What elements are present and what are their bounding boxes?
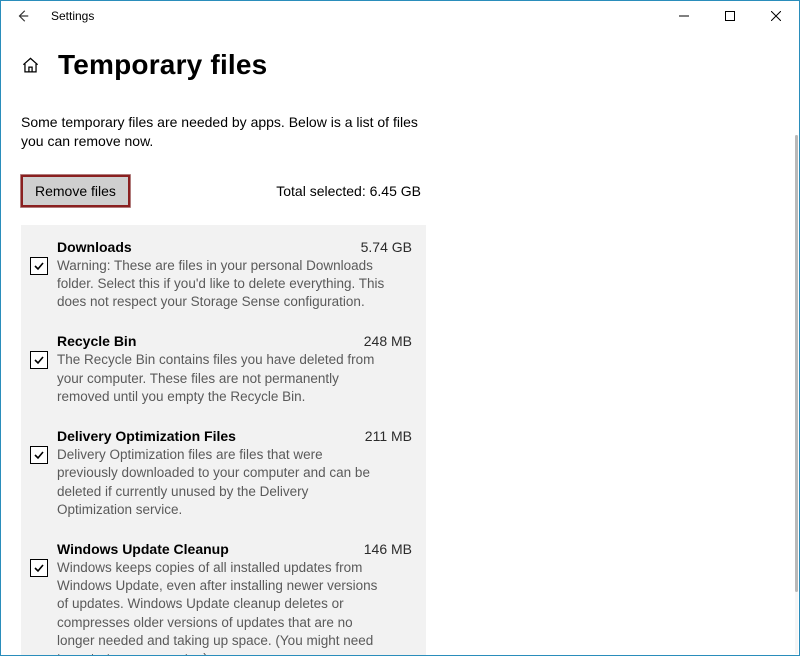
- total-selected-prefix: Total selected:: [276, 183, 369, 199]
- arrow-left-icon: [16, 9, 30, 23]
- item-body: Downloads 5.74 GB Warning: These are fil…: [49, 239, 414, 312]
- app-title: Settings: [51, 9, 94, 23]
- checkbox-wrap: [29, 428, 49, 464]
- item-title: Downloads: [57, 239, 132, 255]
- minimize-button[interactable]: [661, 1, 707, 31]
- page-header: Temporary files: [21, 49, 799, 81]
- page-title: Temporary files: [58, 49, 267, 81]
- window-controls: [661, 1, 799, 31]
- close-icon: [771, 11, 781, 21]
- checkmark-icon: [33, 449, 45, 461]
- back-button[interactable]: [9, 2, 37, 30]
- content-area: Temporary files Some temporary files are…: [1, 31, 799, 655]
- item-body: Windows Update Cleanup 146 MB Windows ke…: [49, 541, 414, 655]
- item-desc: The Recycle Bin contains files you have …: [57, 351, 387, 406]
- item-desc: Delivery Optimization files are files th…: [57, 446, 387, 519]
- item-title: Delivery Optimization Files: [57, 428, 236, 444]
- maximize-icon: [725, 11, 735, 21]
- item-body: Delivery Optimization Files 211 MB Deliv…: [49, 428, 414, 519]
- item-title: Windows Update Cleanup: [57, 541, 229, 557]
- item-body: Recycle Bin 248 MB The Recycle Bin conta…: [49, 333, 414, 406]
- close-button[interactable]: [753, 1, 799, 31]
- item-size: 146 MB: [364, 541, 414, 557]
- checkbox-wrap: [29, 239, 49, 275]
- item-size: 248 MB: [364, 333, 414, 349]
- intro-text: Some temporary files are needed by apps.…: [21, 113, 421, 151]
- checkbox-downloads[interactable]: [30, 257, 48, 275]
- item-head: Downloads 5.74 GB: [57, 239, 414, 255]
- checkbox-windows-update-cleanup[interactable]: [30, 559, 48, 577]
- item-head: Delivery Optimization Files 211 MB: [57, 428, 414, 444]
- item-desc: Warning: These are files in your persona…: [57, 257, 387, 312]
- checkbox-delivery-optimization[interactable]: [30, 446, 48, 464]
- list-item: Delivery Optimization Files 211 MB Deliv…: [29, 428, 414, 519]
- total-selected-label: Total selected: 6.45 GB: [276, 183, 421, 199]
- item-head: Recycle Bin 248 MB: [57, 333, 414, 349]
- remove-files-button[interactable]: Remove files: [21, 175, 130, 207]
- checkmark-icon: [33, 354, 45, 366]
- item-size: 211 MB: [365, 428, 414, 444]
- maximize-button[interactable]: [707, 1, 753, 31]
- item-size: 5.74 GB: [361, 239, 414, 255]
- checkmark-icon: [33, 562, 45, 574]
- checkbox-recycle-bin[interactable]: [30, 351, 48, 369]
- checkmark-icon: [33, 260, 45, 272]
- settings-window: Settings Temporary files So: [0, 0, 800, 656]
- scrollbar-thumb[interactable]: [795, 135, 798, 592]
- item-head: Windows Update Cleanup 146 MB: [57, 541, 414, 557]
- titlebar: Settings: [1, 1, 799, 31]
- vertical-scrollbar[interactable]: [795, 135, 798, 654]
- list-item: Downloads 5.74 GB Warning: These are fil…: [29, 239, 414, 312]
- checkbox-wrap: [29, 333, 49, 369]
- item-title: Recycle Bin: [57, 333, 136, 349]
- file-category-list: Downloads 5.74 GB Warning: These are fil…: [21, 225, 426, 655]
- action-row: Remove files Total selected: 6.45 GB: [21, 175, 421, 207]
- list-item: Recycle Bin 248 MB The Recycle Bin conta…: [29, 333, 414, 406]
- minimize-icon: [679, 11, 689, 21]
- list-item: Windows Update Cleanup 146 MB Windows ke…: [29, 541, 414, 655]
- item-desc: Windows keeps copies of all installed up…: [57, 559, 387, 655]
- home-icon[interactable]: [21, 56, 40, 75]
- checkbox-wrap: [29, 541, 49, 577]
- total-selected-value: 6.45 GB: [370, 183, 421, 199]
